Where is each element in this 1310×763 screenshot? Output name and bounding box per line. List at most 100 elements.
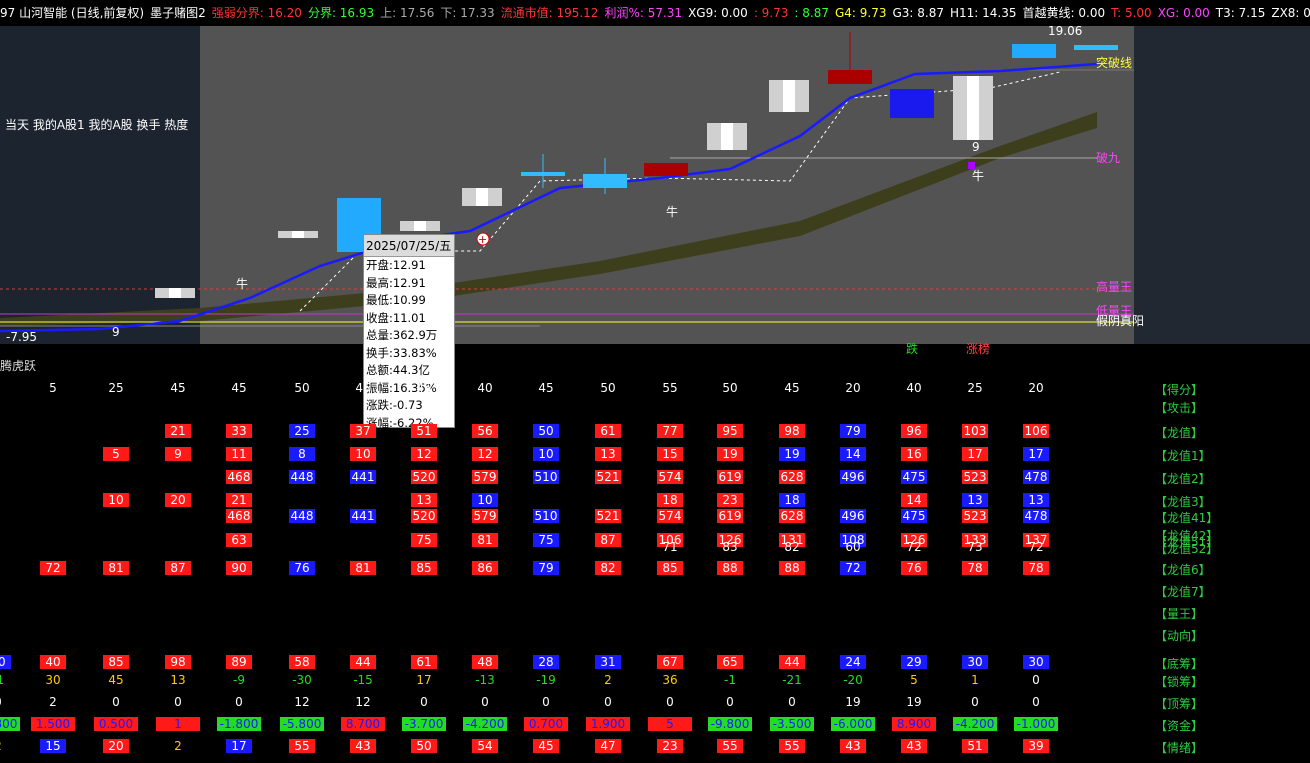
fund-cell: 1 [156,717,200,731]
lock-chip-cell: 2 [604,673,612,687]
long6-cell: 81 [350,561,376,575]
candle [890,89,934,118]
long-cell: 21 [165,424,191,438]
mood-cell: 23 [657,739,683,753]
bottom-chip-cell: 67 [657,655,683,669]
header-item: ZX8: 0.00 [1271,6,1310,20]
row-label: 【龙值7】 [1155,585,1211,599]
score-cell: 45 [416,381,432,395]
lock-chip-cell: 30 [45,673,61,687]
lock-chip-cell: 36 [662,673,678,687]
candle-highlight [414,221,426,231]
title-bar: 97 山河智能 (日线,前复权) 墨子赌图2 强弱分界: 16.20 分界: 16.9… [0,0,1310,26]
long1-cell: 17 [1023,447,1049,461]
lock-chip-cell: -21 [782,673,802,687]
row-label: 【龙值6】 [1155,563,1211,577]
long52-cell: 71 [662,540,678,554]
candle [828,70,872,84]
long2-cell: 579 [472,470,498,484]
header-item: 上: 17.56 [380,6,435,20]
long6-cell: 78 [1023,561,1049,575]
long2-cell: 448 [289,470,315,484]
long52-cell: 60 [845,540,861,554]
lock-chip-cell: -13 [475,673,495,687]
label-die: 跌 [906,341,918,356]
long52-cell: 82 [784,540,800,554]
long41-cell: 521 [595,509,621,523]
bottom-chip-cell: 29 [901,655,927,669]
candle-highlight [292,231,304,238]
fund-cell: 1.900 [586,717,630,731]
long52-cell: 72 [1028,540,1044,554]
indicator-list[interactable]: 当天 我的A股1 我的A股 换手 热度 [5,116,188,133]
candle-highlight [169,288,181,298]
long3-cell: 13 [1023,493,1049,507]
long-cell: 37 [350,424,376,438]
score-cell: 45 [538,381,554,395]
long41-cell: 574 [657,509,683,523]
long2-cell: 521 [595,470,621,484]
candle-highlight [721,123,733,150]
lock-chip-cell: -1 [724,673,736,687]
top-chip-cell: 0 [420,695,428,709]
candle [1074,45,1118,50]
long6-cell: 85 [657,561,683,575]
kline-chart[interactable]: + 突破线 破九 高量王 低量王 假阴真阳 19.06 -7.95 9 牛牛牛 9 跌涨榜 当天 我的… [0,26,1310,356]
long-cell: 25 [289,424,315,438]
top-chip-cell: 0 [235,695,243,709]
tooltip-row: 总量:362.9万 [366,328,438,342]
long-cell: 95 [717,424,743,438]
kline-chart-svg[interactable]: +突破线破九高量王低量王假阴真阳19.06-7.95 9牛牛牛9跌 涨榜 [0,26,1310,356]
header-item: XG9: 0.00 [688,6,748,20]
row-label: 【龙值】 [1155,426,1204,440]
row-label: 【锁筹】 [1155,675,1204,689]
fund-cell: -9.800 [708,717,752,731]
long2-cell: 478 [1023,470,1049,484]
long2-cell: 574 [657,470,683,484]
candle [1012,44,1056,58]
mood-cell: 2 [0,739,11,753]
long2-cell: 619 [717,470,743,484]
mood-cell: 54 [472,739,498,753]
tooltip-row: 换手:33.83% [366,345,437,360]
long6-cell: 87 [165,561,191,575]
long3-cell: 18 [657,493,683,507]
bottom-chip-cell: 31 [595,655,621,669]
score-cell: 50 [722,381,738,395]
mood-cell: 55 [717,739,743,753]
row-label: 【龙值41】 [1155,511,1219,525]
mood-cell: 51 [962,739,988,753]
score-cell: 25 [108,381,124,395]
bottom-chip-cell: 44 [779,655,805,669]
lock-chip-cell: -30 [292,673,312,687]
fund-cell: -5.800 [280,717,324,731]
header-item: 强弱分界: 16.20 [211,6,302,20]
header-item: G4: 9.73 [834,6,887,20]
long3-cell: 13 [411,493,437,507]
row-label: 【情绪】 [1155,741,1204,755]
indicator-panel: 【得分】 【攻击】 【龙值】 【龙值1】 【龙值2】 【龙值3】 【龙值41】 【龙值42】【… [0,375,1310,763]
bottom-chip-cell: 28 [533,655,559,669]
long41-cell: 468 [226,509,252,523]
top-chip-cell: 0 [0,695,11,709]
top-chip-cell: 0 [1032,695,1040,709]
purple-dot [968,162,975,169]
header-item: 97 山河智能 (日线,前复权) [0,6,145,20]
long6-cell: 85 [411,561,437,575]
candle-highlight [476,188,488,206]
long-cell: 96 [901,424,927,438]
fund-cell: 0.500 [94,717,138,731]
top-chip-cell: 12 [355,695,371,709]
bottom-chip-cell: 44 [350,655,376,669]
tooltip-row: 最低:10.99 [366,293,426,307]
fund-cell: -1.000 [1014,717,1058,731]
long6-cell: 88 [779,561,805,575]
long-cell: 77 [657,424,683,438]
label-nine: 9 [112,325,120,339]
fund-cell: -3.700 [402,717,446,731]
long3-cell: 10 [103,493,129,507]
top-chip-cell: 0 [726,695,734,709]
long-cell: 106 [1023,424,1049,438]
bottom-chip-cell: 89 [226,655,252,669]
lock-chip-cell: 17 [416,673,432,687]
